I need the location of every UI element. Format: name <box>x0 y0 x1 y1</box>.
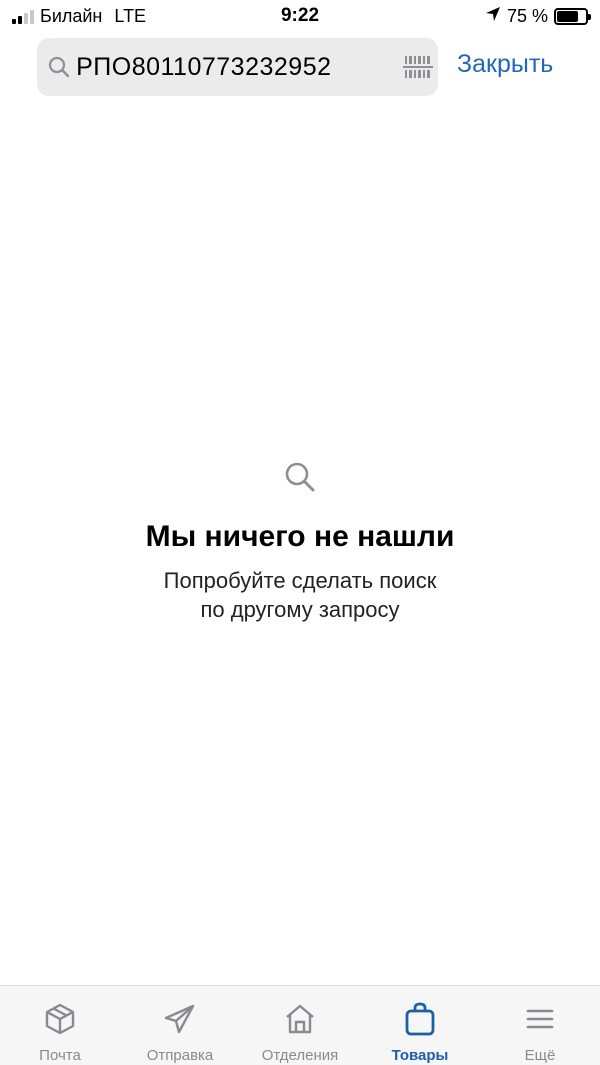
tab-label: Почта <box>39 1047 81 1064</box>
tab-label: Отправка <box>146 1047 214 1064</box>
search-bar: Закрыть <box>0 38 600 98</box>
location-arrow-icon <box>485 6 501 27</box>
tab-bar: Почта Отправка Отделения Товары Ещё <box>0 985 600 1065</box>
tab-label: Ещё <box>524 1047 556 1064</box>
search-input[interactable] <box>76 52 399 82</box>
barcode-scanner-icon[interactable] <box>398 54 438 80</box>
shopping-bag-icon <box>403 1000 437 1038</box>
status-bar: Билайн LTE 9:22 75 % <box>0 0 600 34</box>
empty-state-subtitle: Попробуйте сделать поиск по другому запр… <box>0 566 600 624</box>
tab-more[interactable]: Ещё <box>480 986 600 1065</box>
battery-icon <box>554 8 591 25</box>
empty-state: Мы ничего не нашли Попробуйте сделать по… <box>0 460 600 624</box>
search-icon <box>0 460 600 494</box>
tab-label: Отделения <box>261 1047 339 1064</box>
tab-goods[interactable]: Товары <box>360 986 480 1065</box>
close-button[interactable]: Закрыть <box>457 50 553 79</box>
tab-send[interactable]: Отправка <box>120 986 240 1065</box>
search-icon <box>37 55 76 79</box>
empty-state-title: Мы ничего не нашли <box>145 520 455 553</box>
box-icon <box>43 1000 77 1038</box>
empty-state-subtitle-line: по другому запросу <box>200 597 400 622</box>
empty-state-subtitle-line: Попробуйте сделать поиск <box>163 568 437 593</box>
tab-mail[interactable]: Почта <box>0 986 120 1065</box>
status-right: 75 % <box>485 6 591 27</box>
home-icon <box>283 1000 317 1038</box>
battery-percent: 75 % <box>506 6 548 26</box>
tab-label: Товары <box>391 1047 449 1064</box>
tab-offices[interactable]: Отделения <box>240 986 360 1065</box>
menu-icon <box>525 1000 555 1038</box>
paper-plane-icon <box>163 1000 197 1038</box>
search-field[interactable] <box>37 38 438 96</box>
